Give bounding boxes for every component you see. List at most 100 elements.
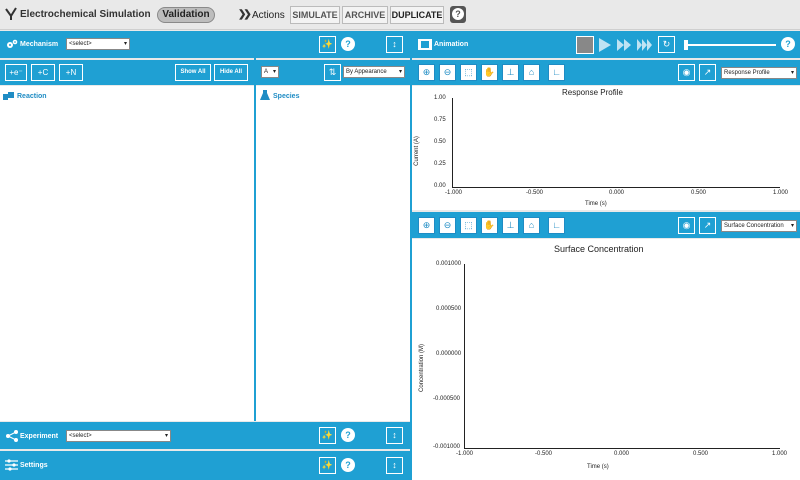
animation-slider-track[interactable] bbox=[684, 44, 776, 46]
plot1-ytick: 0.25 bbox=[434, 161, 446, 167]
box-zoom-icon[interactable]: ⬚ bbox=[460, 217, 477, 234]
plot1-xtick: 0.000 bbox=[609, 190, 625, 196]
species-panel: Species bbox=[256, 86, 410, 421]
fast-forward-icon[interactable] bbox=[617, 38, 631, 52]
zoom-in-icon[interactable]: ⊕ bbox=[418, 64, 435, 81]
plot2-xlabel: Time (s) bbox=[587, 464, 609, 470]
plot2-xtick: 0.000 bbox=[614, 451, 630, 457]
sort-icon[interactable]: ⇅ bbox=[324, 64, 341, 81]
experiment-expand-icon[interactable]: ↕ bbox=[386, 427, 403, 444]
flask-icon bbox=[260, 90, 270, 100]
home-icon[interactable]: ⌂ bbox=[523, 64, 540, 81]
plot1-ytick: 0.75 bbox=[434, 117, 446, 123]
plot2-ylabel: Concentration (M) bbox=[419, 343, 426, 393]
archive-button[interactable]: ARCHIVE bbox=[342, 6, 388, 24]
settings-expand-icon[interactable]: ↕ bbox=[386, 457, 403, 474]
animation-slider-handle[interactable] bbox=[684, 40, 688, 50]
settings-bar: Settings ✨ ? ↕ bbox=[0, 451, 410, 480]
plot1-y-axis bbox=[452, 98, 453, 187]
settings-magic-wand-button[interactable]: ✨ bbox=[319, 457, 336, 474]
letter-select[interactable]: A bbox=[261, 66, 279, 78]
experiment-help-icon[interactable]: ? bbox=[341, 428, 355, 442]
pan-icon[interactable]: ✋ bbox=[481, 64, 498, 81]
species-toolbar: A ⇅ By Appearance bbox=[256, 60, 410, 85]
duplicate-button[interactable]: DUPLICATE bbox=[390, 6, 444, 24]
plot2-ytick: -0.000500 bbox=[433, 396, 461, 402]
plot2-toolbar: ⊕ ⊖ ⬚ ✋ ⊥ ⌂ ∟ ◉ ↗ Surface Concentration bbox=[412, 212, 800, 238]
chart-type-icon[interactable]: ↗ bbox=[699, 217, 716, 234]
animation-bar: Animation ↻ ? bbox=[412, 31, 800, 58]
plot1-area: Response Profile 1.00 0.75 0.50 0.25 0.0… bbox=[412, 86, 800, 210]
gears-icon bbox=[7, 39, 18, 48]
puzzle-icon bbox=[3, 92, 14, 100]
zoom-out-icon[interactable]: ⊖ bbox=[439, 64, 456, 81]
reset-axes-icon[interactable]: ∟ bbox=[548, 64, 565, 81]
plot2-ytick: -0.001000 bbox=[433, 444, 461, 450]
add-chemical-button[interactable]: +C bbox=[31, 64, 55, 81]
stop-button[interactable] bbox=[576, 36, 594, 54]
loop-icon[interactable]: ↻ bbox=[658, 36, 675, 53]
plot2-xtick: -1.000 bbox=[456, 451, 474, 457]
plot2-area: Surface Concentration 0.001000 0.000500 … bbox=[412, 239, 800, 480]
zoom-out-icon[interactable]: ⊖ bbox=[439, 217, 456, 234]
plot2-ytick: 0.000500 bbox=[436, 306, 462, 312]
mechanism-bar: Mechanism <select> ✨ ? ↕ bbox=[0, 31, 410, 58]
reset-axes-icon[interactable]: ∟ bbox=[548, 217, 565, 234]
mechanism-select[interactable]: <select> bbox=[66, 38, 130, 50]
app-logo-icon bbox=[5, 7, 17, 20]
sliders-icon bbox=[5, 459, 18, 471]
top-bar: Electrochemical Simulation Validation ❯❯… bbox=[0, 0, 800, 30]
hide-all-button[interactable]: Hide All bbox=[214, 64, 248, 81]
actions-label: Actions bbox=[252, 10, 285, 21]
plot1-toolbar: ⊕ ⊖ ⬚ ✋ ⊥ ⌂ ∟ ◉ ↗ Response Profile bbox=[412, 60, 800, 85]
plot1-xtick: -0.500 bbox=[526, 190, 544, 196]
animation-label: Animation bbox=[434, 41, 469, 48]
plot1-select[interactable]: Response Profile bbox=[721, 67, 797, 79]
home-icon[interactable]: ⌂ bbox=[523, 217, 540, 234]
animation-help-icon[interactable]: ? bbox=[781, 37, 795, 51]
magic-wand-button[interactable]: ✨ bbox=[319, 36, 336, 53]
sort-select[interactable]: By Appearance bbox=[343, 66, 405, 78]
species-label: Species bbox=[273, 93, 300, 100]
reaction-label: Reaction bbox=[17, 93, 47, 100]
hide-plot-icon[interactable]: ◉ bbox=[678, 217, 695, 234]
skip-forward-icon[interactable] bbox=[637, 38, 653, 52]
mechanism-help-icon[interactable]: ? bbox=[341, 37, 355, 51]
add-n-button[interactable]: +N bbox=[59, 64, 83, 81]
plot1-ytick: 0.50 bbox=[434, 139, 446, 145]
show-all-button[interactable]: Show All bbox=[175, 64, 211, 81]
plot2-y-axis bbox=[464, 264, 465, 448]
plot1-title: Response Profile bbox=[562, 88, 623, 97]
plot1-ytick: 1.00 bbox=[434, 95, 446, 101]
zoom-in-icon[interactable]: ⊕ bbox=[418, 217, 435, 234]
play-icon[interactable] bbox=[598, 37, 612, 53]
add-electron-button[interactable]: +e⁻ bbox=[5, 64, 27, 81]
hide-plot-icon[interactable]: ◉ bbox=[678, 64, 695, 81]
plot1-xtick: -1.000 bbox=[445, 190, 463, 196]
experiment-select[interactable]: <select> bbox=[66, 430, 171, 442]
box-zoom-icon[interactable]: ⬚ bbox=[460, 64, 477, 81]
plot2-title: Surface Concentration bbox=[554, 244, 644, 254]
pan-icon[interactable]: ✋ bbox=[481, 217, 498, 234]
settings-help-icon[interactable]: ? bbox=[341, 458, 355, 472]
plot2-ytick: 0.001000 bbox=[436, 261, 462, 267]
reaction-panel: Reaction bbox=[0, 86, 254, 421]
plot1-ytick: 0.00 bbox=[434, 183, 446, 189]
chevron-right-icon: ❯❯ bbox=[238, 9, 252, 20]
experiment-bar: Experiment <select> ✨ ? ↕ bbox=[0, 422, 410, 449]
simulate-button[interactable]: SIMULATE bbox=[290, 6, 340, 24]
plot2-select[interactable]: Surface Concentration bbox=[721, 220, 797, 232]
experiment-label: Experiment bbox=[20, 433, 59, 440]
chart-type-icon[interactable]: ↗ bbox=[699, 64, 716, 81]
help-button[interactable]: ? bbox=[450, 6, 466, 23]
axes-icon[interactable]: ⊥ bbox=[502, 217, 519, 234]
expand-vertical-icon[interactable]: ↕ bbox=[386, 36, 403, 53]
share-icon bbox=[6, 430, 18, 442]
axes-icon[interactable]: ⊥ bbox=[502, 64, 519, 81]
film-icon bbox=[418, 39, 432, 50]
plot2-x-axis bbox=[464, 448, 780, 449]
plot2-xtick: 1.000 bbox=[772, 451, 788, 457]
experiment-magic-wand-button[interactable]: ✨ bbox=[319, 427, 336, 444]
help-icon: ? bbox=[452, 8, 464, 20]
validation-button[interactable]: Validation bbox=[157, 7, 215, 23]
